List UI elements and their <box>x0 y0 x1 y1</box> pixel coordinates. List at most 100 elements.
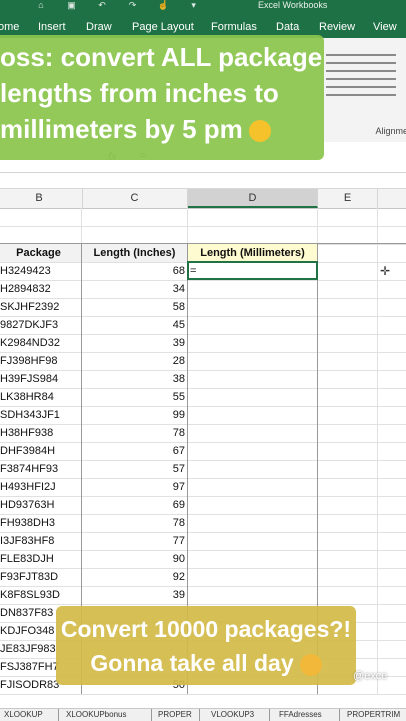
length-inches-cell[interactable]: 34 <box>82 280 188 298</box>
package-cell[interactable]: H2894832 <box>0 280 82 298</box>
header-package[interactable]: Package <box>0 244 82 262</box>
length-millimeters-cell[interactable] <box>188 478 318 496</box>
length-inches-cell[interactable]: 78 <box>82 424 188 442</box>
package-cell[interactable]: F93FJT83D <box>0 568 82 586</box>
package-cell[interactable]: K8F8SL93D <box>0 586 82 604</box>
undo-icon[interactable]: ↶ <box>95 0 109 11</box>
length-inches-cell[interactable]: 78 <box>82 514 188 532</box>
alignment-icons[interactable] <box>326 48 396 102</box>
package-cell[interactable]: F3874HF93 <box>0 460 82 478</box>
tab-view[interactable]: View <box>373 21 397 33</box>
empty-cell[interactable] <box>318 280 378 298</box>
empty-cell[interactable] <box>318 514 378 532</box>
length-millimeters-cell[interactable] <box>188 298 318 316</box>
length-inches-cell[interactable]: 55 <box>82 388 188 406</box>
length-millimeters-cell[interactable] <box>188 514 318 532</box>
length-millimeters-cell[interactable] <box>188 442 318 460</box>
length-millimeters-cell[interactable] <box>188 352 318 370</box>
length-millimeters-cell[interactable] <box>188 550 318 568</box>
empty-cell[interactable] <box>318 388 378 406</box>
package-cell[interactable]: K2984ND32 <box>0 334 82 352</box>
length-inches-cell[interactable]: 39 <box>82 586 188 604</box>
touch-mode-icon[interactable]: ☝ <box>156 0 170 11</box>
package-cell[interactable]: SKJHF2392 <box>0 298 82 316</box>
length-millimeters-cell[interactable] <box>188 496 318 514</box>
sheet-tab-xlookupbonus[interactable]: XLOOKUPbonus <box>66 710 126 719</box>
empty-cell[interactable] <box>318 316 378 334</box>
tab-review[interactable]: Review <box>319 21 355 33</box>
length-inches-cell[interactable]: 67 <box>82 442 188 460</box>
column-header-e[interactable]: E <box>318 189 378 208</box>
package-cell[interactable]: DHF3984H <box>0 442 82 460</box>
tab-page-layout[interactable]: Page Layout <box>132 21 194 33</box>
column-header-d[interactable]: D <box>188 189 318 208</box>
length-millimeters-cell[interactable] <box>188 568 318 586</box>
length-millimeters-cell[interactable] <box>188 280 318 298</box>
length-millimeters-cell[interactable] <box>188 532 318 550</box>
length-millimeters-cell[interactable] <box>188 586 318 604</box>
column-header-b[interactable]: B <box>0 189 83 208</box>
package-cell[interactable]: I3JF83HF8 <box>0 532 82 550</box>
length-millimeters-cell[interactable] <box>188 424 318 442</box>
package-cell[interactable]: 9827DKJF3 <box>0 316 82 334</box>
package-cell[interactable]: H38HF938 <box>0 424 82 442</box>
length-millimeters-cell[interactable] <box>188 334 318 352</box>
empty-cell[interactable] <box>318 586 378 604</box>
sheet-tab-proper[interactable]: PROPER <box>158 710 192 719</box>
tab-draw[interactable]: Draw <box>86 21 112 33</box>
sheet-tab-vlookup3[interactable]: VLOOKUP3 <box>211 710 254 719</box>
length-inches-cell[interactable]: 97 <box>82 478 188 496</box>
redo-icon[interactable]: ↷ <box>126 0 140 11</box>
length-inches-cell[interactable]: 92 <box>82 568 188 586</box>
length-inches-cell[interactable]: 90 <box>82 550 188 568</box>
dropdown-icon[interactable]: ▾ <box>187 0 201 11</box>
empty-cell[interactable] <box>318 352 378 370</box>
length-inches-cell[interactable]: 77 <box>82 532 188 550</box>
tab-formulas[interactable]: Formulas <box>211 21 257 33</box>
column-header-c[interactable]: C <box>82 189 188 208</box>
length-inches-cell[interactable]: 45 <box>82 316 188 334</box>
length-inches-cell[interactable]: 68 <box>82 262 188 280</box>
package-cell[interactable]: FLE83DJH <box>0 550 82 568</box>
package-cell[interactable]: H39FJS984 <box>0 370 82 388</box>
save-icon[interactable]: ▣ <box>65 0 79 11</box>
length-inches-cell[interactable]: 38 <box>82 370 188 388</box>
package-cell[interactable]: SDH343JF1 <box>0 406 82 424</box>
header-length-inches[interactable]: Length (Inches) <box>82 244 188 262</box>
length-inches-cell[interactable]: 57 <box>82 460 188 478</box>
empty-cell[interactable] <box>318 460 378 478</box>
length-inches-cell[interactable]: 39 <box>82 334 188 352</box>
length-inches-cell[interactable]: 69 <box>82 496 188 514</box>
empty-cell[interactable] <box>318 496 378 514</box>
header-length-millimeters[interactable]: Length (Millimeters) <box>188 244 318 262</box>
empty-cell[interactable] <box>318 370 378 388</box>
length-millimeters-cell[interactable] <box>188 406 318 424</box>
package-cell[interactable]: HD93763H <box>0 496 82 514</box>
package-cell[interactable]: H493HFI2J <box>0 478 82 496</box>
package-cell[interactable]: H3249423 <box>0 262 82 280</box>
length-millimeters-cell[interactable] <box>188 388 318 406</box>
package-cell[interactable]: FJ398HF98 <box>0 352 82 370</box>
length-inches-cell[interactable]: 58 <box>82 298 188 316</box>
package-cell[interactable]: FH938DH3 <box>0 514 82 532</box>
empty-cell[interactable] <box>318 568 378 586</box>
length-millimeters-cell[interactable] <box>188 370 318 388</box>
length-inches-cell[interactable]: 99 <box>82 406 188 424</box>
empty-cell[interactable] <box>318 550 378 568</box>
package-cell[interactable]: LK38HR84 <box>0 388 82 406</box>
empty-cell[interactable] <box>318 298 378 316</box>
tab-data[interactable]: Data <box>276 21 299 33</box>
length-inches-cell[interactable]: 28 <box>82 352 188 370</box>
empty-cell[interactable] <box>318 532 378 550</box>
length-millimeters-cell[interactable] <box>188 460 318 478</box>
tab-insert[interactable]: Insert <box>38 21 66 33</box>
home-icon[interactable]: ⌂ <box>34 0 48 10</box>
empty-cell[interactable] <box>318 424 378 442</box>
empty-cell[interactable] <box>318 262 378 280</box>
sheet-tab-propertrim[interactable]: PROPERTRIM <box>347 710 400 719</box>
empty-cell[interactable] <box>318 442 378 460</box>
length-millimeters-cell[interactable] <box>188 316 318 334</box>
sheet-tab-xlookup[interactable]: XLOOKUP <box>4 710 43 719</box>
sheet-tab-ffadresses[interactable]: FFAdresses <box>279 710 322 719</box>
tab-home[interactable]: ome <box>0 21 19 33</box>
